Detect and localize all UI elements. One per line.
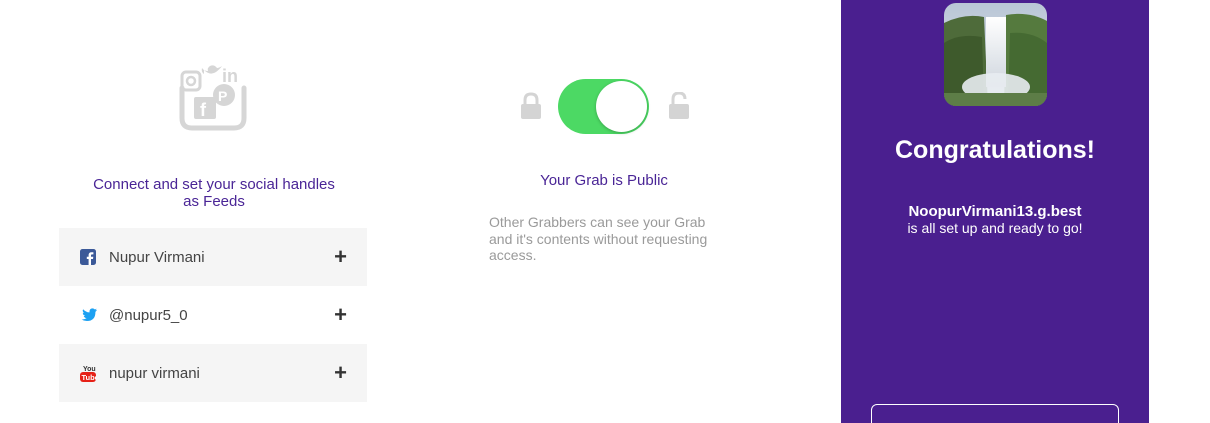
public-toggle[interactable] (558, 79, 649, 134)
congrats-title: Congratulations! (895, 136, 1095, 164)
svg-text:f: f (200, 100, 207, 120)
plus-icon[interactable]: + (334, 304, 347, 326)
public-status-title: Your Grab is Public (540, 172, 668, 189)
avatar (944, 3, 1047, 106)
youtube-icon: YouTube (79, 364, 97, 382)
twitter-icon (79, 306, 97, 324)
svg-text:Tube: Tube (82, 373, 97, 382)
lock-closed-icon (520, 92, 542, 125)
lock-open-icon (668, 91, 690, 125)
handle-row-youtube[interactable]: YouTube nupur virmani + (59, 344, 367, 402)
ready-message: is all set up and ready to go! (907, 220, 1083, 236)
handle-label: @nupur5_0 (109, 306, 188, 324)
svg-text:You: You (83, 366, 96, 373)
continue-button[interactable] (871, 404, 1119, 423)
handle-row-facebook[interactable]: Nupur Virmani + (59, 228, 367, 286)
congrats-panel: Congratulations! NoopurVirmani13.g.best … (841, 0, 1149, 423)
handle-row-twitter[interactable]: @nupur5_0 + (59, 286, 367, 344)
social-bucket-icon: in f P (176, 62, 250, 132)
grab-handle-name: NoopurVirmani13.g.best (908, 203, 1082, 220)
plus-icon[interactable]: + (334, 362, 347, 384)
handle-label: Nupur Virmani (109, 248, 205, 266)
plus-icon[interactable]: + (334, 246, 347, 268)
svg-text:in: in (222, 66, 238, 86)
facebook-icon (79, 248, 97, 266)
social-handles-list: Nupur Virmani + @nupur5_0 + YouTube nupu… (59, 228, 367, 402)
public-status-description: Other Grabbers can see your Grab and it'… (489, 214, 708, 263)
handle-label: nupur virmani (109, 364, 200, 382)
toggle-knob (596, 81, 647, 132)
social-connect-title: Connect and set your social handles as F… (93, 176, 335, 210)
svg-text:P: P (218, 88, 227, 104)
